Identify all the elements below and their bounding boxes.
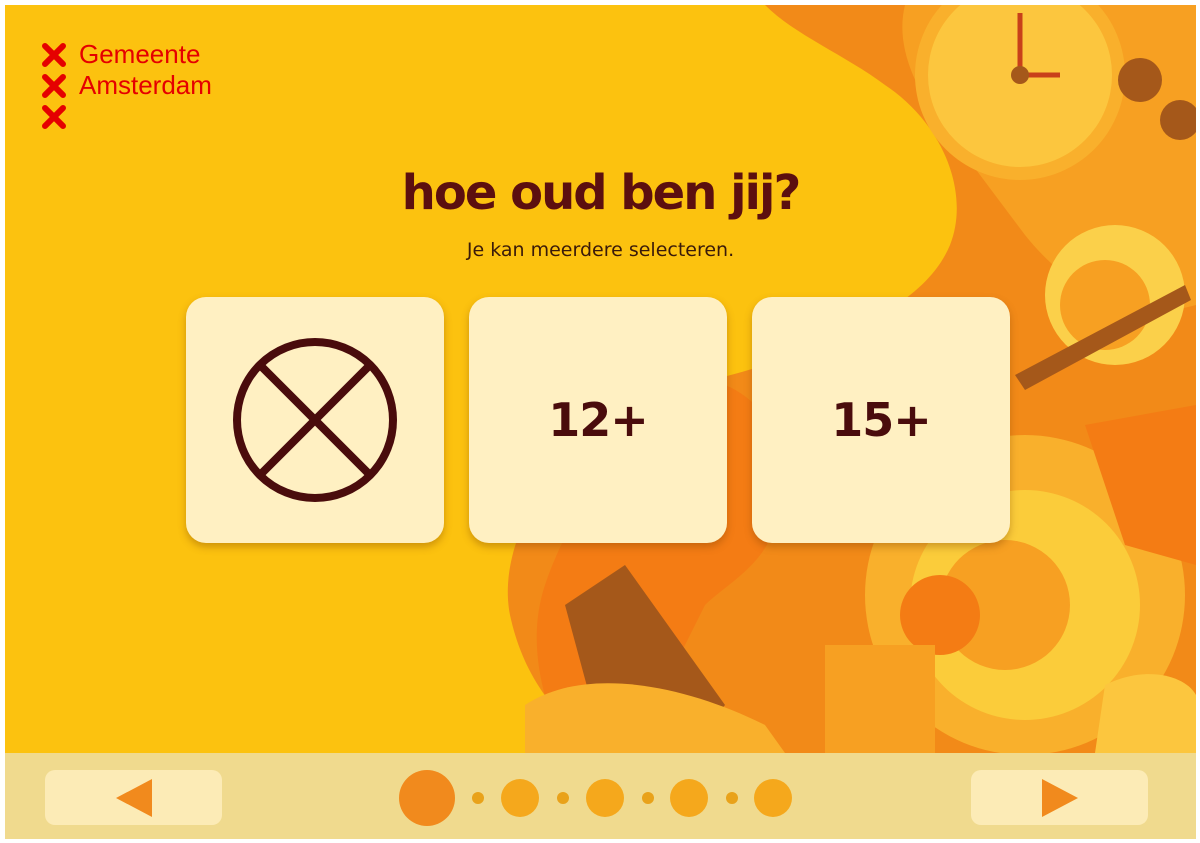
progress-step-3[interactable] — [586, 779, 624, 817]
next-button[interactable] — [971, 770, 1148, 825]
x-mark-icon — [42, 73, 66, 98]
progress-step-2[interactable] — [501, 779, 539, 817]
triangle-left-icon — [115, 778, 152, 817]
option-card-12plus[interactable]: 12+ — [469, 297, 727, 543]
progress-connector — [642, 792, 654, 804]
previous-button[interactable] — [45, 770, 222, 825]
triangle-right-icon — [1041, 778, 1078, 817]
progress-connector — [557, 792, 569, 804]
circle-x-icon — [233, 338, 397, 502]
option-label: 12+ — [548, 393, 649, 447]
option-card-15plus[interactable]: 15+ — [752, 297, 1010, 543]
question-title: hoe oud ben jij? — [401, 165, 802, 221]
brand-line-2: Amsterdam — [79, 70, 212, 100]
x-mark-icon — [42, 104, 66, 129]
progress-step-4[interactable] — [670, 779, 708, 817]
option-card-none[interactable] — [186, 297, 444, 543]
brand-line-1: Gemeente — [79, 39, 201, 69]
screen: Gemeente Amsterdam hoe oud ben jij? Je k… — [5, 5, 1196, 839]
question-subtitle: Je kan meerdere selecteren. — [466, 239, 735, 261]
x-mark-icon — [42, 42, 66, 67]
navigation-bar — [5, 753, 1196, 839]
gemeente-amsterdam-logo: Gemeente Amsterdam — [41, 39, 212, 132]
progress-connector — [472, 792, 484, 804]
progress-step-1-active[interactable] — [399, 770, 455, 826]
progress-step-5[interactable] — [754, 779, 792, 817]
option-label: 15+ — [831, 393, 932, 447]
progress-connector — [726, 792, 738, 804]
